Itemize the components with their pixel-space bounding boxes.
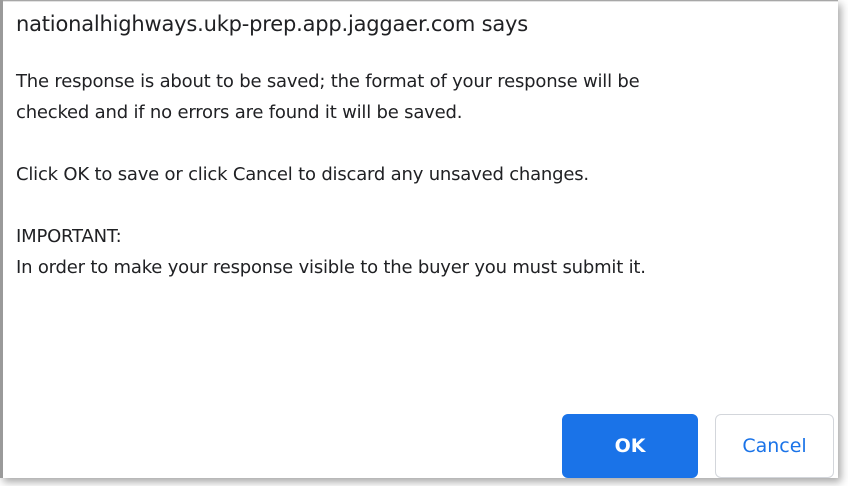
message-line: checked and if no errors are found it wi… [16, 102, 463, 123]
message-line: IMPORTANT: [16, 226, 122, 247]
confirm-dialog: nationalhighways.ukp-prep.app.jaggaer.co… [0, 0, 838, 478]
ok-button[interactable]: OK [562, 414, 698, 478]
cancel-button[interactable]: Cancel [715, 414, 834, 478]
message-line: Click OK to save or click Cancel to disc… [16, 164, 589, 185]
dialog-message: The response is about to be saved; the f… [16, 66, 831, 283]
message-line: The response is about to be saved; the f… [16, 71, 640, 92]
dialog-title: nationalhighways.ukp-prep.app.jaggaer.co… [16, 12, 529, 36]
message-line: In order to make your response visible t… [16, 257, 646, 278]
